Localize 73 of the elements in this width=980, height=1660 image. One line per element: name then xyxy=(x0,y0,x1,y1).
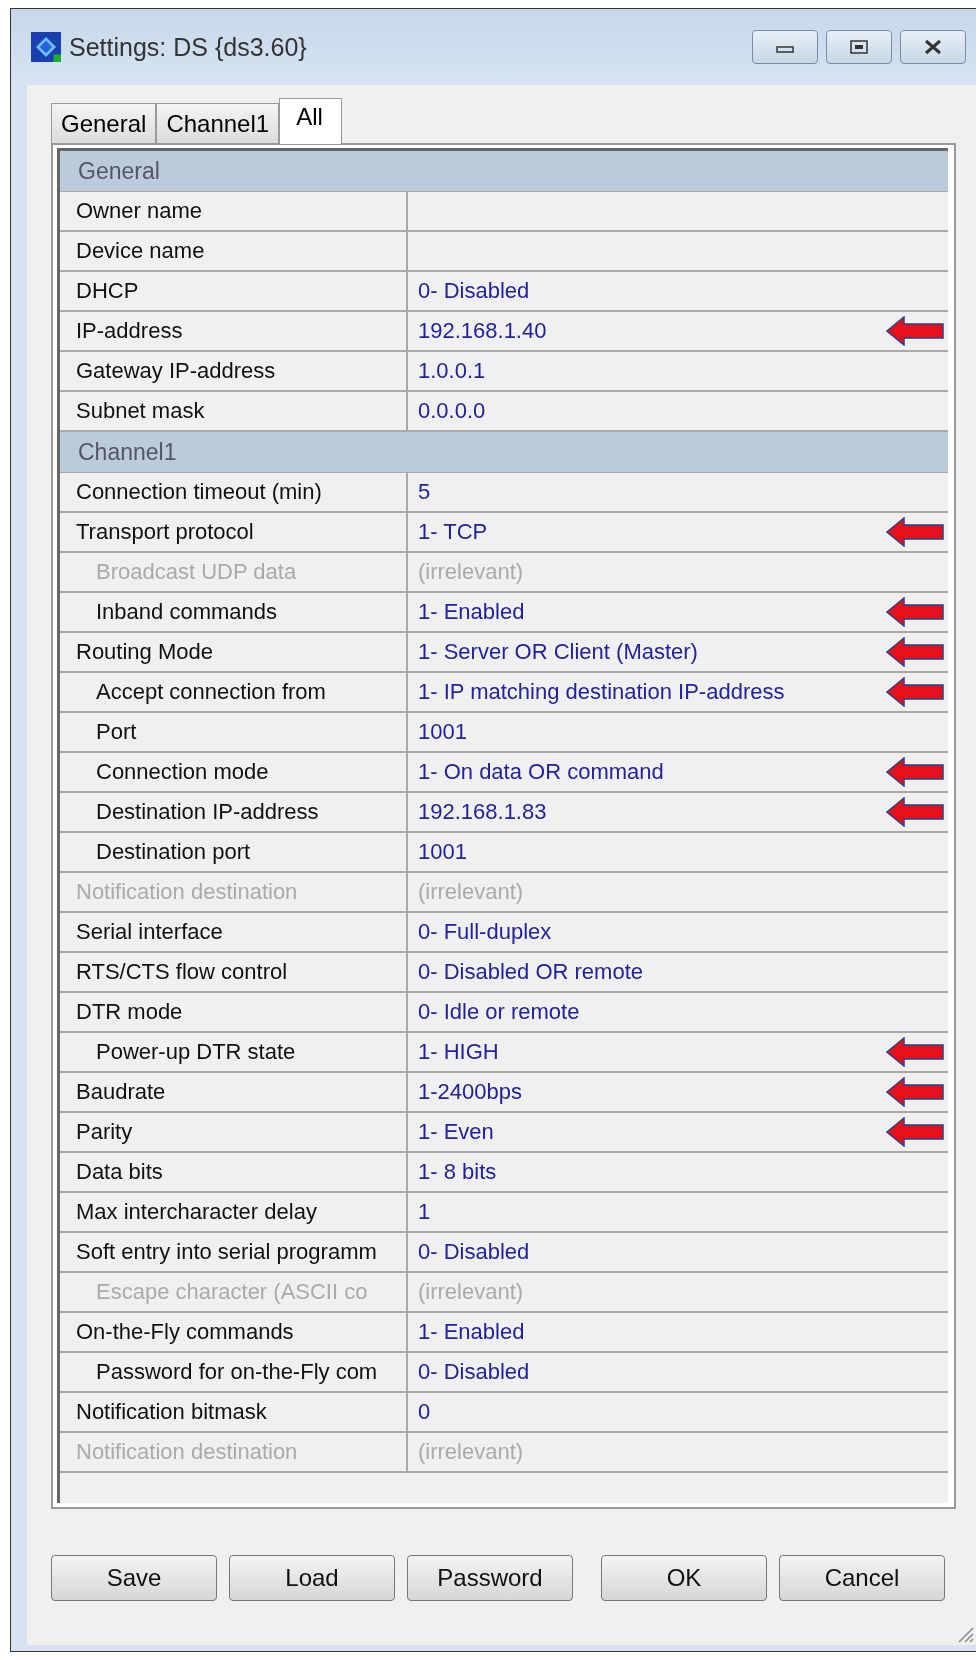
setting-name: Password for on-the-Fly com xyxy=(60,1353,408,1391)
setting-value[interactable]: 1- Even xyxy=(408,1113,948,1151)
setting-value[interactable]: 1.0.0.1 xyxy=(408,352,948,390)
setting-name: Notification destination xyxy=(60,1433,408,1471)
setting-name: Power-up DTR state xyxy=(60,1033,408,1071)
setting-value[interactable]: 5 xyxy=(408,473,948,511)
setting-name: Routing Mode xyxy=(60,633,408,671)
setting-value[interactable]: 0.0.0.0 xyxy=(408,392,948,430)
setting-name: Escape character (ASCII co xyxy=(60,1273,408,1311)
app-icon xyxy=(31,32,61,62)
setting-value[interactable]: 1- Enabled xyxy=(408,1313,948,1351)
setting-name: Subnet mask xyxy=(60,392,408,430)
setting-name: Broadcast UDP data xyxy=(60,553,408,591)
setting-name: Destination port xyxy=(60,833,408,871)
setting-value[interactable]: 0- Disabled OR remote xyxy=(408,953,948,991)
maximize-button[interactable] xyxy=(826,30,892,64)
minimize-button[interactable] xyxy=(752,30,818,64)
setting-value[interactable]: 1- HIGH xyxy=(408,1033,948,1071)
setting-name: Serial interface xyxy=(60,913,408,951)
close-icon xyxy=(922,39,944,55)
setting-name: RTS/CTS flow control xyxy=(60,953,408,991)
dialog-button[interactable]: Password xyxy=(407,1555,573,1601)
setting-name: Notification destination xyxy=(60,873,408,911)
setting-value[interactable]: 1 xyxy=(408,1193,948,1231)
setting-name: Data bits xyxy=(60,1153,408,1191)
setting-value[interactable]: 0 xyxy=(408,1393,948,1431)
setting-value[interactable]: 1001 xyxy=(408,713,948,751)
setting-name: DHCP xyxy=(60,272,408,310)
setting-name: Owner name xyxy=(60,192,408,230)
setting-name: Soft entry into serial programm xyxy=(60,1233,408,1271)
setting-name: IP-address xyxy=(60,312,408,350)
setting-name: On-the-Fly commands xyxy=(60,1313,408,1351)
setting-name: Baudrate xyxy=(60,1073,408,1111)
setting-name: Gateway IP-address xyxy=(60,352,408,390)
setting-name: Max intercharacter delay xyxy=(60,1193,408,1231)
setting-value[interactable]: 1- On data OR command xyxy=(408,753,948,791)
tab[interactable]: All xyxy=(279,98,342,144)
setting-value[interactable]: 1- IP matching destination IP-address xyxy=(408,673,948,711)
setting-value[interactable]: 0- Full-duplex xyxy=(408,913,948,951)
setting-value[interactable]: 0- Disabled xyxy=(408,272,948,310)
setting-name: Inband commands xyxy=(60,593,408,631)
dialog-button[interactable]: OK xyxy=(601,1555,767,1601)
setting-name: Notification bitmask xyxy=(60,1393,408,1431)
setting-name: Accept connection from xyxy=(60,673,408,711)
maximize-icon xyxy=(849,39,869,55)
section-header: Channel1 xyxy=(60,432,948,473)
section-header: General xyxy=(60,151,948,192)
setting-name: Device name xyxy=(60,232,408,270)
setting-name: Connection mode xyxy=(60,753,408,791)
setting-value[interactable]: 0- Disabled xyxy=(408,1353,948,1391)
dialog-button[interactable]: Cancel xyxy=(779,1555,945,1601)
setting-name: Connection timeout (min) xyxy=(60,473,408,511)
setting-value[interactable]: 1- Enabled xyxy=(408,593,948,631)
dialog-button[interactable]: Load xyxy=(229,1555,395,1601)
setting-value[interactable]: 1-2400bps xyxy=(408,1073,948,1111)
setting-name: DTR mode xyxy=(60,993,408,1031)
window-title: Settings: DS {ds3.60} xyxy=(69,32,307,62)
setting-name: Parity xyxy=(60,1113,408,1151)
setting-value[interactable]: 192.168.1.83 xyxy=(408,793,948,831)
tab[interactable]: Channel1 xyxy=(156,103,280,143)
setting-value[interactable]: 192.168.1.40 xyxy=(408,312,948,350)
setting-name: Transport protocol xyxy=(60,513,408,551)
setting-value[interactable]: 0- Disabled xyxy=(408,1233,948,1271)
tab[interactable]: General xyxy=(51,103,157,143)
close-button[interactable] xyxy=(900,30,966,64)
setting-name: Port xyxy=(60,713,408,751)
setting-value[interactable]: 0- Idle or remote xyxy=(408,993,948,1031)
setting-value[interactable]: 1001 xyxy=(408,833,948,871)
setting-name: Destination IP-address xyxy=(60,793,408,831)
setting-value[interactable]: 1- 8 bits xyxy=(408,1153,948,1191)
setting-value[interactable]: 1- Server OR Client (Master) xyxy=(408,633,948,671)
setting-value[interactable]: 1- TCP xyxy=(408,513,948,551)
dialog-button[interactable]: Save xyxy=(51,1555,217,1601)
